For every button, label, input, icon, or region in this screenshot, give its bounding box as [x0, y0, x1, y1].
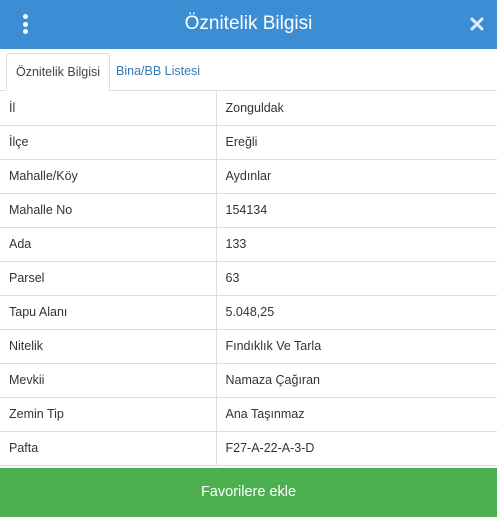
close-icon[interactable] [467, 13, 487, 35]
row-key: Ada [0, 227, 217, 262]
table-row: Ada 133 [0, 227, 497, 262]
row-value: Zonguldak [216, 91, 497, 126]
row-key: İlçe [0, 125, 217, 160]
row-key: Zemin Tip [0, 397, 217, 432]
row-value: Aydınlar [216, 159, 497, 194]
panel-title: Öznitelik Bilgisi [184, 13, 313, 34]
tab-building-list[interactable]: Bina/BB Listesi [107, 53, 209, 91]
table-row: Tapu Alanı 5.048,25 [0, 295, 497, 330]
row-value: Ana Taşınmaz [216, 397, 497, 432]
row-key: Nitelik [0, 329, 217, 364]
table-row: Mahalle No 154134 [0, 193, 497, 228]
row-value: F27-A-22-A-3-D [216, 431, 497, 466]
row-value: Fındıklık Ve Tarla [216, 329, 497, 364]
table-row: Parsel 63 [0, 261, 497, 296]
table-row: İl Zonguldak [0, 91, 497, 126]
attribute-table-container: İl Zonguldak İlçe Ereğli Mahalle/Köy Ayd… [0, 91, 497, 466]
table-row: Zemin Tip Ana Taşınmaz [0, 397, 497, 432]
row-value: 133 [216, 227, 497, 262]
tab-attribute-info[interactable]: Öznitelik Bilgisi [6, 53, 111, 91]
table-row: Mevkii Namaza Çağıran [0, 363, 497, 398]
tab-bar: Öznitelik Bilgisi Bina/BB Listesi [0, 49, 497, 91]
row-value: 63 [216, 261, 497, 296]
table-row: İlçe Ereğli [0, 125, 497, 160]
row-value: 5.048,25 [216, 295, 497, 330]
row-value: Ereğli [216, 125, 497, 160]
row-key: İl [0, 91, 217, 126]
table-row: Pafta F27-A-22-A-3-D [0, 431, 497, 466]
add-to-favorites-button[interactable]: Favorilere ekle [0, 468, 497, 517]
row-key: Tapu Alanı [0, 295, 217, 330]
panel-header: Öznitelik Bilgisi [0, 0, 497, 49]
table-row: Mahalle/Köy Aydınlar [0, 159, 497, 194]
table-row: Nitelik Fındıklık Ve Tarla [0, 329, 497, 364]
row-key: Mevkii [0, 363, 217, 398]
row-key: Parsel [0, 261, 217, 296]
row-value: 154134 [216, 193, 497, 228]
row-key: Mahalle/Köy [0, 159, 217, 194]
row-value: Namaza Çağıran [216, 363, 497, 398]
attribute-info-panel: Öznitelik Bilgisi Öznitelik Bilgisi Bina… [0, 0, 497, 517]
row-key: Pafta [0, 431, 217, 466]
row-key: Mahalle No [0, 193, 217, 228]
attribute-table: İl Zonguldak İlçe Ereğli Mahalle/Köy Ayd… [0, 91, 497, 466]
